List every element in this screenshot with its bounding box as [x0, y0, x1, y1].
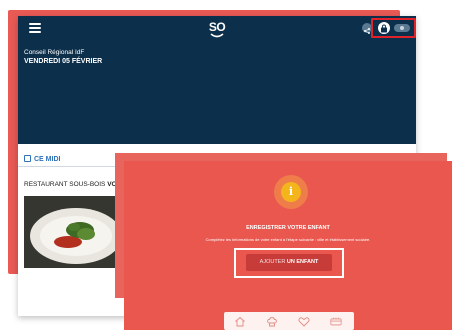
card-icon[interactable]	[330, 316, 342, 327]
info-icon: i	[281, 182, 301, 202]
dish-photo[interactable]	[24, 196, 129, 268]
smile-icon	[210, 33, 224, 38]
toggle-switch[interactable]	[394, 24, 410, 32]
home-icon[interactable]	[234, 316, 246, 327]
header-actions-highlight	[371, 18, 416, 38]
tab-ce-midi[interactable]: CE MIDI	[24, 155, 60, 163]
modal-description: Complétez les informations de votre enfa…	[205, 237, 371, 242]
calendar-icon	[24, 155, 31, 162]
restaurant-name: RESTAURANT SOUS-BOIS VO	[24, 181, 117, 188]
add-child-button-label: AJOUTER	[259, 259, 287, 265]
menu-icon[interactable]	[29, 23, 41, 33]
bottom-nav	[224, 312, 354, 330]
bag-button[interactable]	[378, 22, 390, 34]
organization-name: Conseil Régional IdF	[24, 49, 85, 56]
add-child-button-label-bold: UN ENFANT	[286, 259, 319, 265]
bag-icon	[381, 24, 387, 33]
tab-label: CE MIDI	[34, 156, 61, 163]
logo: SO	[206, 21, 228, 39]
dish-image	[24, 196, 129, 268]
modal-title: ENREGISTRER VOTRE ENFANT	[246, 225, 330, 231]
add-child-button[interactable]: AJOUTER UN ENFANT	[246, 254, 332, 271]
chef-hat-icon[interactable]	[266, 316, 278, 327]
register-child-modal: i ENREGISTRER VOTRE ENFANT Complétez les…	[124, 161, 452, 330]
app-header: SO Conseil Régional IdF VENDREDI 05 FÉVR…	[18, 16, 416, 144]
toggle-knob	[400, 26, 404, 30]
logo-text: SO	[208, 20, 226, 34]
current-date: VENDREDI 05 FÉVRIER	[24, 58, 103, 65]
heart-icon[interactable]	[298, 316, 310, 327]
restaurant-name-text: RESTAURANT SOUS-BOIS	[24, 181, 108, 188]
